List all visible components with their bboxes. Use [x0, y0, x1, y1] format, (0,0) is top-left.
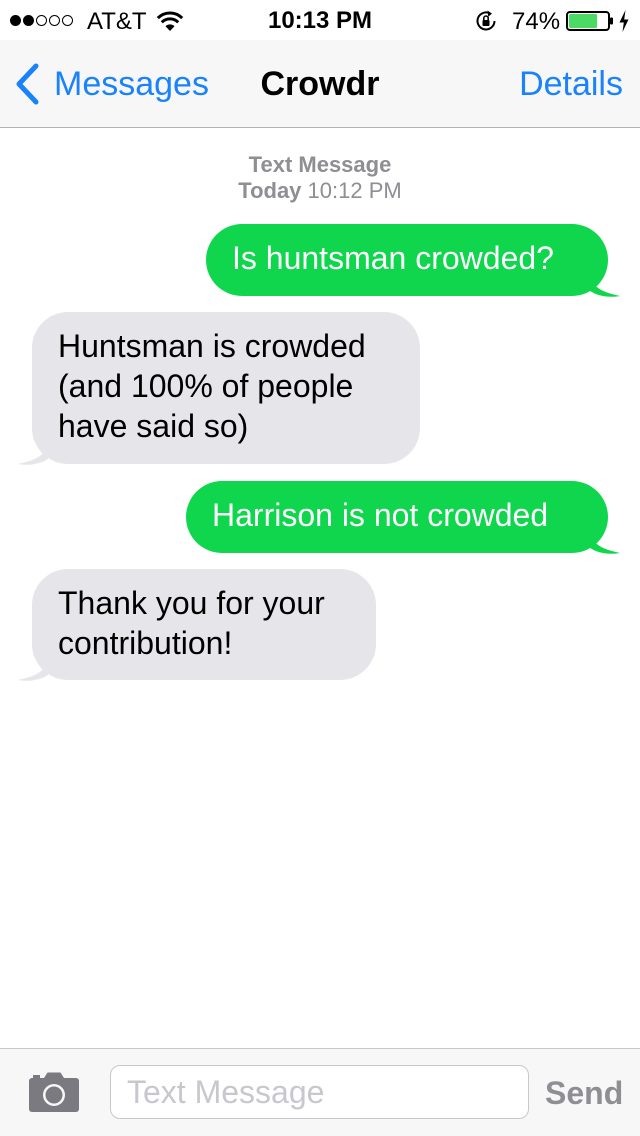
battery-icon	[566, 11, 613, 31]
bubble-tail	[590, 531, 620, 554]
status-bar: AT&T 10:13 PM 74%	[0, 0, 640, 40]
message-thread[interactable]: Text Message Today 10:12 PM Is huntsman …	[0, 128, 640, 1048]
sent-message-bubble[interactable]: Is huntsman crowded?	[206, 224, 608, 296]
thread-timestamp: Today 10:12 PM	[0, 178, 640, 204]
thread-header: Text Message Today 10:12 PM	[0, 152, 640, 204]
received-message-bubble[interactable]: Huntsman is crowded (and 100% of people …	[32, 312, 420, 464]
sent-message-bubble[interactable]: Harrison is not crowded	[186, 481, 608, 553]
bubble-tail	[590, 274, 620, 297]
back-button-label: Messages	[54, 65, 209, 103]
messages-screen: AT&T 10:13 PM 74% Messages Crowdr Detail…	[0, 0, 640, 1136]
timestamp-day: Today	[238, 178, 302, 203]
received-message-bubble[interactable]: Thank you for your contribution!	[32, 569, 376, 680]
timestamp-time: 10:12 PM	[307, 178, 402, 203]
camera-icon[interactable]	[28, 1071, 80, 1113]
rotation-lock-icon	[476, 10, 496, 31]
message-text-input[interactable]	[110, 1065, 529, 1119]
back-button[interactable]: Messages	[14, 62, 209, 106]
navigation-bar: Messages Crowdr Details	[0, 40, 640, 128]
message-service-label: Text Message	[248, 152, 392, 177]
bubble-tail	[18, 442, 48, 465]
compose-bar: Send	[0, 1048, 640, 1136]
details-button[interactable]: Details	[519, 64, 623, 104]
bubble-tail	[18, 658, 48, 681]
chevron-left-icon	[16, 63, 39, 105]
send-button[interactable]: Send	[545, 1073, 623, 1113]
charging-bolt-icon	[619, 10, 629, 32]
battery-percentage: 74%	[512, 8, 561, 35]
